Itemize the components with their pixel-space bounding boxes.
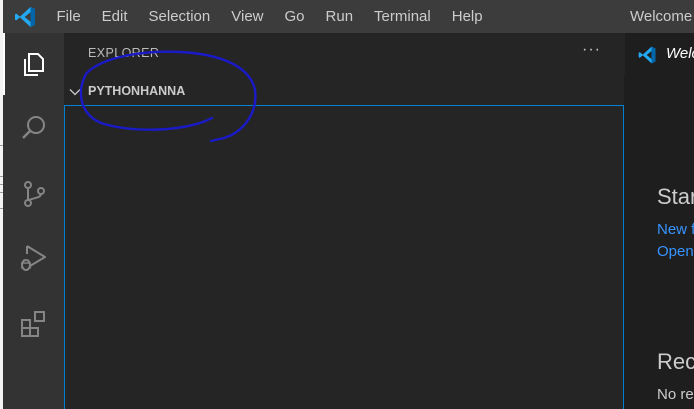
recent-heading: Recent bbox=[657, 349, 694, 374]
tab-label: Welcome bbox=[666, 45, 694, 62]
activity-bar bbox=[3, 33, 64, 409]
window-title: Welcome bbox=[630, 8, 693, 25]
vscode-logo-icon[interactable] bbox=[13, 5, 37, 29]
extensions-icon bbox=[20, 311, 45, 337]
editor-area: Welcome Start New file... Open folder...… bbox=[624, 33, 694, 409]
menu-run[interactable]: Run bbox=[315, 0, 364, 33]
title-bar: File Edit Selection View Go Run Terminal… bbox=[3, 0, 694, 33]
explorer-sidebar: EXPLORER ··· PYTHONHANNA bbox=[64, 33, 624, 409]
new-file-link[interactable]: New file... bbox=[657, 221, 694, 238]
explorer-icon bbox=[23, 53, 44, 76]
menu-view[interactable]: View bbox=[221, 0, 274, 33]
menu-file[interactable]: File bbox=[46, 0, 91, 33]
chevron-down-icon bbox=[69, 89, 81, 96]
search-icon bbox=[21, 116, 45, 139]
activity-explorer[interactable] bbox=[3, 33, 64, 95]
folder-section-header[interactable]: PYTHONHANNA bbox=[64, 80, 624, 104]
activity-run-debug[interactable] bbox=[3, 227, 64, 289]
activity-search[interactable] bbox=[3, 97, 64, 159]
menu-bar: File Edit Selection View Go Run Terminal… bbox=[46, 0, 493, 33]
activity-extensions[interactable] bbox=[3, 293, 64, 355]
more-actions-button[interactable]: ··· bbox=[582, 41, 601, 59]
activity-source-control[interactable] bbox=[3, 163, 64, 225]
source-control-icon bbox=[23, 181, 45, 207]
folder-name: PYTHONHANNA bbox=[88, 84, 186, 98]
menu-selection[interactable]: Selection bbox=[138, 0, 221, 33]
open-folder-link[interactable]: Open folder... bbox=[657, 243, 694, 260]
menu-terminal[interactable]: Terminal bbox=[364, 0, 442, 33]
file-tree[interactable] bbox=[64, 105, 624, 409]
no-recent-text: No recent folders bbox=[657, 386, 694, 403]
menu-go[interactable]: Go bbox=[274, 0, 315, 33]
tab-welcome[interactable]: Welcome bbox=[624, 33, 694, 75]
start-heading: Start bbox=[657, 184, 694, 209]
vscode-tab-icon bbox=[638, 46, 656, 64]
menu-edit[interactable]: Edit bbox=[91, 0, 138, 33]
sidebar-title: EXPLORER bbox=[88, 46, 160, 60]
run-debug-icon bbox=[20, 245, 46, 271]
menu-help[interactable]: Help bbox=[441, 0, 493, 33]
